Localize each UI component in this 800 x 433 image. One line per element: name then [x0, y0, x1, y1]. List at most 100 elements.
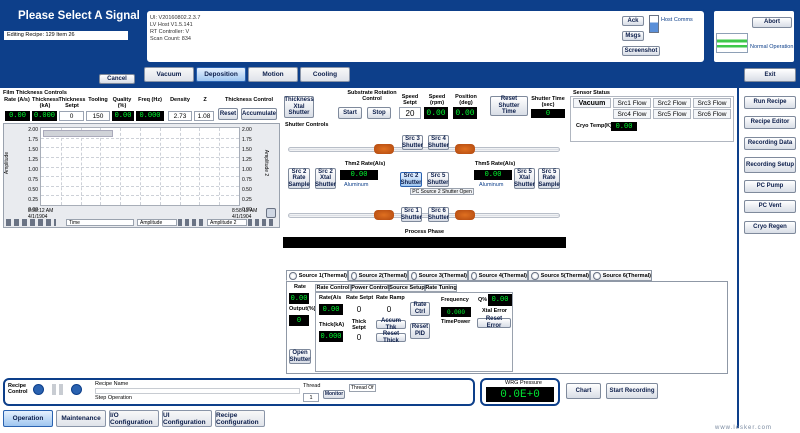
thickness-setpt-input[interactable]: 0: [59, 111, 84, 121]
src2-rate-sample-button[interactable]: Src 2 Rate Sample: [288, 168, 310, 189]
film-header: Thickness Setpt: [58, 97, 86, 110]
tab-rate-tuning[interactable]: Rate Tuning: [425, 284, 457, 292]
rate-setpt-input[interactable]: 0: [348, 304, 370, 315]
pause-icon[interactable]: [52, 384, 63, 395]
cryo-regen-button[interactable]: Cryo Regen: [744, 221, 796, 234]
tab-cooling[interactable]: Cooling: [300, 67, 350, 82]
accum-thk-button[interactable]: Accum Thk: [376, 318, 406, 331]
radio-icon: [593, 271, 601, 280]
tab-source-2[interactable]: Source 2(Thermal): [348, 270, 408, 281]
ack-button[interactable]: Ack: [622, 16, 644, 26]
y2-axis-label: Amplitude 2: [263, 149, 270, 177]
thick-setpt-input[interactable]: 0: [348, 333, 370, 342]
recording-setup-button[interactable]: Recording Setup: [744, 157, 796, 173]
tab-recipe-configuration[interactable]: Recipe Configuration: [215, 410, 265, 427]
rate-ramp-input[interactable]: 0: [378, 304, 400, 315]
rate-ramp-label: Rate Ramp: [376, 295, 405, 301]
tab-maintenance[interactable]: Maintenance: [56, 410, 106, 427]
msgs-button[interactable]: Msgs: [622, 31, 644, 41]
recording-data-button[interactable]: Recording Data: [744, 137, 796, 150]
screenshot-button[interactable]: Screenshot: [622, 46, 660, 56]
y2-tick: 2.00: [242, 127, 252, 133]
abort-button[interactable]: Abort: [752, 17, 792, 28]
z-input[interactable]: 1.08: [194, 111, 214, 121]
tab-source-1[interactable]: Source 1(Thermal): [286, 270, 348, 281]
y2-axis-ticks: 2.00 1.75 1.50 1.25 1.00 0.75 0.50 0.25 …: [242, 125, 260, 213]
src5-shutter-button[interactable]: Src 5 Shutter: [427, 172, 449, 187]
y-tick: 0.75: [28, 177, 38, 183]
status-light-bar: [716, 33, 748, 53]
legend-tools-2[interactable]: [248, 219, 274, 226]
tab-source-6[interactable]: Source 6(Thermal): [590, 270, 652, 281]
thickness-xtal-shutter-button[interactable]: Thickness Xtal Shutter: [284, 96, 314, 118]
exit-button[interactable]: Exit: [744, 68, 796, 82]
speed-setpt-input[interactable]: 20: [399, 107, 421, 119]
start-recording-button[interactable]: Start Recording: [606, 383, 658, 399]
src5-rate-sample-button[interactable]: Src 5 Rate Sample: [538, 168, 560, 189]
src6-shutter-button[interactable]: Src 6 Shutter: [428, 207, 449, 222]
tab-source-3[interactable]: Source 3(Thermal): [408, 270, 468, 281]
tab-motion[interactable]: Motion: [248, 67, 298, 82]
run-recipe-button[interactable]: Run Recipe: [744, 96, 796, 109]
tab-source-setup[interactable]: Source Setup: [389, 284, 425, 292]
src5-xtal-shutter-button[interactable]: Src 5 Xtal Shutter: [514, 168, 535, 189]
rate-ctrl-button[interactable]: Rate Ctrl: [410, 302, 430, 316]
info-line: RT Controller: V: [150, 29, 190, 35]
src3-shutter-button[interactable]: Src 3 Shutter: [402, 135, 423, 150]
tab-source-5[interactable]: Source 5(Thermal): [528, 270, 590, 281]
legend-tools[interactable]: [178, 219, 204, 226]
source-tab-label: Source 6(Thermal): [602, 272, 651, 279]
thickness-control-label: Thickness Control: [225, 97, 273, 103]
thread-select[interactable]: 1: [303, 393, 319, 402]
reset-thick-button[interactable]: Reset Thick: [376, 331, 406, 344]
process-phase-label: Process Phase: [404, 229, 445, 235]
src2-shutter-button[interactable]: Src 2 Shutter: [400, 172, 422, 187]
stop-icon[interactable]: [71, 384, 82, 395]
page-title: Please Select A Signal: [18, 10, 140, 22]
monitor-button[interactable]: Monitor: [323, 390, 345, 399]
reset-pid-button[interactable]: Reset PID: [410, 323, 430, 339]
info-line: UI: V20160802.2.3.7: [150, 15, 201, 21]
stop-rotation-button[interactable]: Stop: [367, 107, 391, 119]
tab-operation[interactable]: Operation: [3, 410, 53, 427]
tab-ui-configuration[interactable]: UI Configuration: [162, 410, 212, 427]
shutter-time-label: Shutter Time (sec): [531, 96, 565, 109]
accumulate-button[interactable]: Accumulate: [241, 108, 277, 120]
reset-thickness-button[interactable]: Reset: [218, 108, 238, 120]
tooling-input[interactable]: 150: [86, 111, 110, 121]
info-line: Scan Count: 834: [150, 36, 191, 42]
reset-error-button[interactable]: Reset Error: [477, 316, 511, 329]
radio-icon: [471, 271, 477, 280]
src1-flow: Src1 Flow: [613, 98, 651, 108]
graph-toolbar[interactable]: [6, 219, 56, 226]
tab-io-configuration[interactable]: I/O Configuration: [109, 410, 159, 427]
source-rate-display: 0.00: [289, 293, 309, 304]
source-rate-label: Rate: [294, 284, 306, 290]
y2-tick: 0.25: [242, 197, 252, 203]
tab-rate-control[interactable]: Rate Control: [315, 284, 351, 292]
cryo-temp-display: 0.00: [611, 122, 637, 131]
graph-zoom-icon[interactable]: [266, 208, 276, 218]
tab-vacuum[interactable]: Vacuum: [144, 67, 194, 82]
tab-deposition[interactable]: Deposition: [196, 67, 246, 82]
open-shutter-button[interactable]: Open Shutter: [289, 349, 311, 364]
start-rotation-button[interactable]: Start: [338, 107, 362, 119]
src3-flow: Src3 Flow: [693, 98, 731, 108]
src1-shutter-button[interactable]: Src 1 Shutter: [401, 207, 422, 222]
source-tab-label: Source 3(Thermal): [418, 272, 467, 279]
cancel-button[interactable]: Cancel: [99, 74, 135, 84]
pc-vent-button[interactable]: PC Vent: [744, 200, 796, 213]
thm5-material: Aluminum: [479, 182, 504, 188]
src4-shutter-button[interactable]: Src 4 Shutter: [428, 135, 449, 150]
tab-power-control[interactable]: Power Control: [351, 284, 389, 292]
pc-pump-button[interactable]: PC Pump: [744, 180, 796, 193]
chart-button[interactable]: Chart: [566, 383, 601, 399]
src2-xtal-shutter-button[interactable]: Src 2 Xtal Shutter: [315, 168, 336, 189]
recipe-editor-button[interactable]: Recipe Editor: [744, 116, 796, 129]
recipe-control-label: Recipe Control: [8, 383, 28, 395]
play-icon[interactable]: [33, 384, 44, 395]
shutter-time-display: 0: [531, 109, 565, 118]
density-input[interactable]: 2.73: [168, 111, 192, 121]
tab-source-4[interactable]: Source 4(Thermal): [468, 270, 528, 281]
reset-shutter-time-button[interactable]: Reset Shutter Time: [490, 96, 528, 116]
